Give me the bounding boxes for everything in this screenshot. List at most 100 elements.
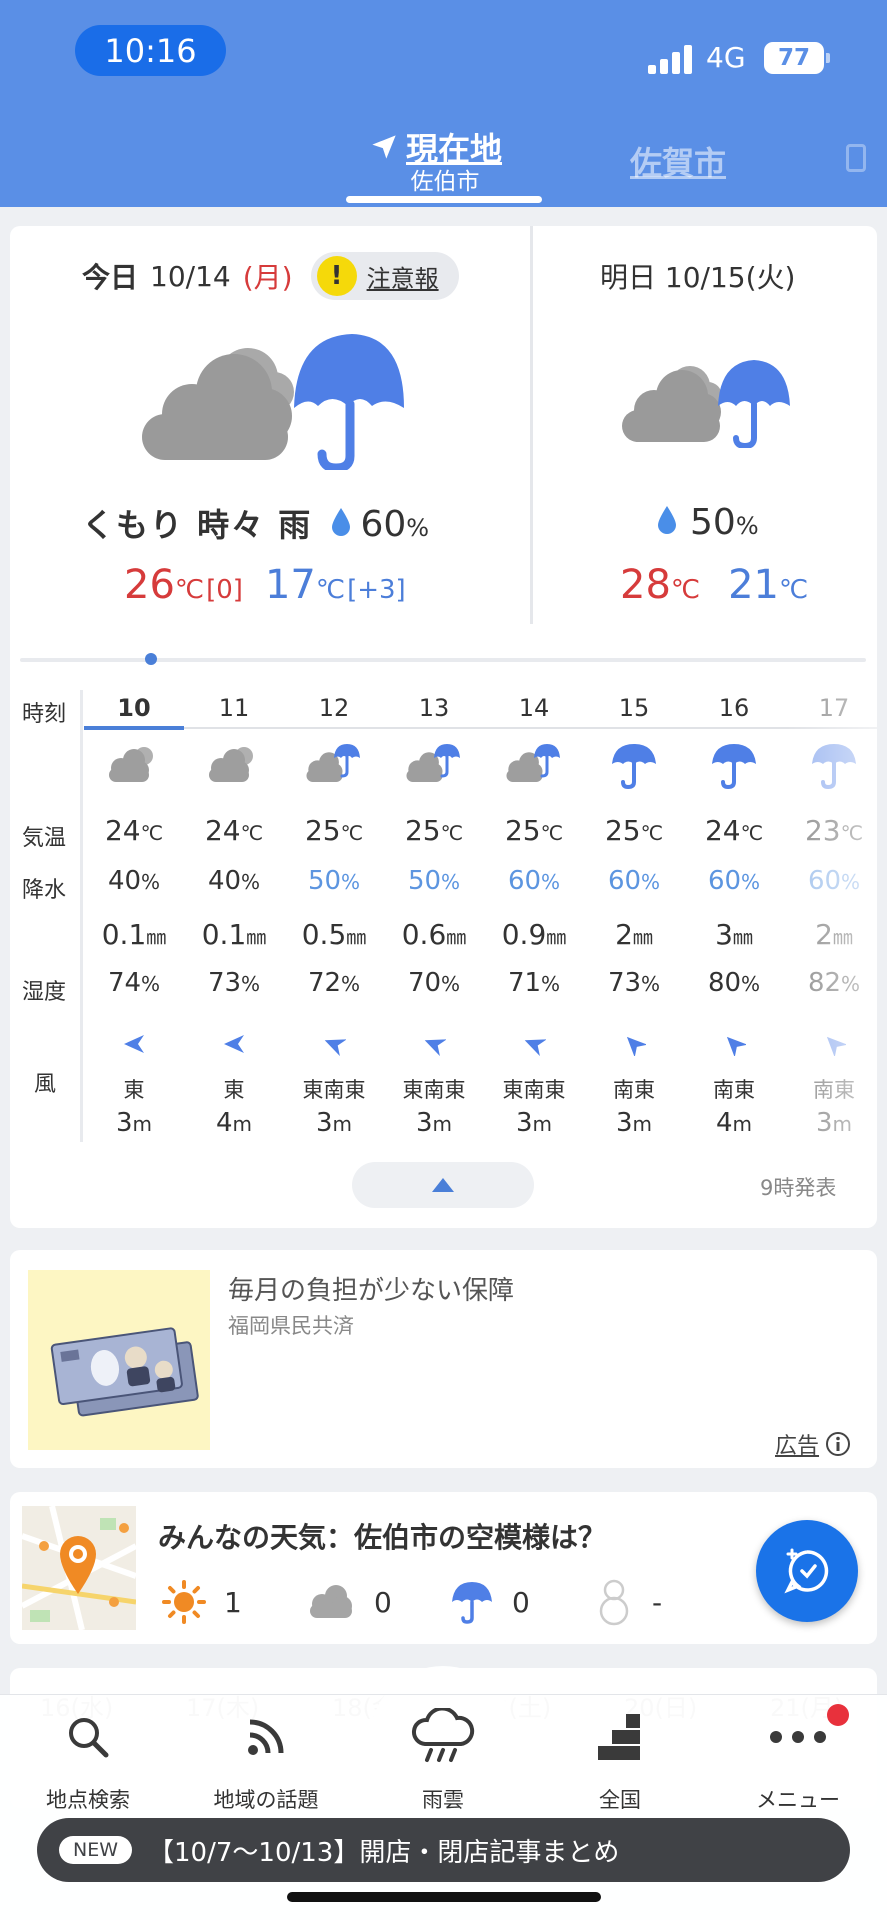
wind-direction-icon xyxy=(324,1039,346,1056)
hour-column: 14 25℃ 60% 0.9㎜ 71% 東南東 3m xyxy=(484,690,584,1142)
alert-label: 注意報 xyxy=(366,264,439,293)
cloud-icon xyxy=(310,1585,352,1618)
news-ticker[interactable]: NEW 【10/7～10/13】開店・閉店記事まとめ xyxy=(37,1818,850,1882)
ticker-text[interactable]: 【10/7～10/13】開店・閉店記事まとめ xyxy=(148,1832,619,1869)
umbrella-icon xyxy=(452,1582,492,1624)
hour-temp: 24℃ xyxy=(704,814,764,847)
table-left-border xyxy=(80,690,83,1142)
wind-direction-icon xyxy=(626,1036,646,1056)
map-pin-icon xyxy=(22,1506,136,1630)
hour-humidity: 70% xyxy=(407,968,461,998)
hour-wind-speed: 3m xyxy=(415,1108,453,1138)
wind-direction-icon xyxy=(726,1036,746,1056)
today-low-group: 17℃[+3] xyxy=(265,562,406,608)
hour-precip-prob: 60% xyxy=(507,866,561,896)
nav-local-topics[interactable]: 地域の話題 xyxy=(186,1712,346,1814)
cloudy-icon xyxy=(109,747,153,782)
today-cloud-umbrella-icon xyxy=(142,334,404,470)
today-condition-row: くもり 時々 雨 60% xyxy=(82,500,429,546)
hour-precip-prob: 60% xyxy=(807,866,861,896)
hour-wind-direction: 南東 xyxy=(813,1078,855,1102)
tab-indicator xyxy=(346,196,542,203)
wind-direction-icon xyxy=(826,1036,846,1056)
nav-menu[interactable]: メニュー xyxy=(718,1712,878,1814)
nav-search-label: 地点検索 xyxy=(46,1788,130,1812)
hour-column: 13 25℃ 50% 0.6㎜ 70% 東南東 3m xyxy=(384,690,484,1142)
tab-saga[interactable]: 佐賀市 xyxy=(630,138,726,184)
tomorrow-high: 28 xyxy=(620,562,671,608)
hour-precip-amount: 2㎜ xyxy=(615,918,653,951)
hour-temp: 25℃ xyxy=(504,814,564,847)
today-condition: くもり 時々 雨 xyxy=(82,506,313,544)
tomorrow-weekday: (火) xyxy=(745,261,796,294)
pct-unit: % xyxy=(406,514,430,542)
temp-unit: ℃ xyxy=(315,575,346,605)
rain-cloud-icon xyxy=(412,1708,475,1762)
hour-wind-speed: 4m xyxy=(215,1108,253,1138)
hour-temp: 24℃ xyxy=(204,814,264,847)
hour-wind-direction: 東 xyxy=(223,1078,245,1102)
hour-label: 14 xyxy=(518,694,550,722)
hour-humidity: 73% xyxy=(607,968,661,998)
hour-wind-speed: 3m xyxy=(115,1108,153,1138)
hourly-scroll-thumb[interactable] xyxy=(145,653,157,665)
hour-humidity: 82% xyxy=(807,968,861,998)
pct-unit: % xyxy=(735,512,759,540)
tomorrow-high-group: 28℃ xyxy=(620,562,700,608)
cloudy-rain-icon xyxy=(506,744,560,782)
hour-precip-prob: 50% xyxy=(407,866,461,896)
hour-precip-amount: 3㎜ xyxy=(715,918,753,951)
today-weekday: (月) xyxy=(242,261,293,294)
cloudy-icon xyxy=(209,747,253,782)
hour-precip-amount: 0.1㎜ xyxy=(201,918,267,951)
battery-tip xyxy=(826,53,830,63)
hour-precip-prob: 40% xyxy=(107,866,161,896)
tomorrow-precip-group: 50% xyxy=(658,502,759,543)
hour-precip-amount: 0.6㎜ xyxy=(401,918,467,951)
umbrella-icon xyxy=(812,744,856,790)
notification-badge xyxy=(827,1704,849,1726)
minna-count-sun: 1 xyxy=(162,1580,306,1624)
sun-count: 1 xyxy=(224,1585,242,1619)
nav-search[interactable]: 地点検索 xyxy=(8,1712,168,1814)
sun-icon xyxy=(162,1580,206,1624)
hour-column: 16 24℃ 60% 3㎜ 80% 南東 4m xyxy=(684,690,784,1142)
warning-icon: ! xyxy=(316,256,357,296)
tomorrow-precip: 50 xyxy=(690,502,736,543)
battery-icon: 77 xyxy=(764,42,824,74)
today-header: 今日 10/14 (月) ! 注意報 xyxy=(82,252,459,300)
add-location-icon[interactable] xyxy=(846,144,866,172)
cloud-count: 0 xyxy=(374,1585,392,1619)
ad-image[interactable] xyxy=(28,1270,210,1450)
hour-label: 12 xyxy=(318,694,350,722)
row-label-temp: 気温 xyxy=(22,826,67,851)
ad-title[interactable]: 毎月の負担が少ない保障 xyxy=(228,1270,514,1307)
nav-rain-radar[interactable]: 雨雲 xyxy=(363,1708,523,1814)
hour-temp: 23℃ xyxy=(804,814,864,847)
today-low: 17 xyxy=(264,562,316,608)
ad-info[interactable]: 広告 xyxy=(775,1428,851,1460)
hour-label: 10 xyxy=(117,694,151,722)
feed-icon xyxy=(248,1719,284,1755)
map-thumbnail[interactable] xyxy=(22,1506,136,1630)
hour-precip-prob: 50% xyxy=(307,866,361,896)
alert-badge[interactable]: ! 注意報 xyxy=(310,252,459,300)
nav-national[interactable]: 全国 xyxy=(540,1712,700,1814)
minna-count-rain: 0 xyxy=(450,1580,594,1624)
hour-wind-speed: 3m xyxy=(815,1108,853,1138)
wind-direction-icon xyxy=(124,1035,144,1053)
post-weather-button[interactable] xyxy=(756,1520,858,1622)
minna-title[interactable]: みんなの天気：佐伯市の空模様は？ xyxy=(158,1516,606,1556)
hour-wind-direction: 東南東 xyxy=(502,1078,566,1102)
hour-wind-direction: 東 xyxy=(123,1078,145,1102)
today-high: 26 xyxy=(124,562,175,608)
row-label-precip: 降水 xyxy=(22,878,67,903)
chat-plus-icon xyxy=(784,1548,829,1594)
wind-direction-icon xyxy=(424,1039,446,1056)
collapse-button[interactable] xyxy=(352,1162,534,1208)
hour-wind-direction: 東南東 xyxy=(302,1078,366,1102)
wind-direction-icon xyxy=(224,1035,244,1053)
tomorrow-label: 明日 xyxy=(600,261,657,294)
tomorrow-cloud-umbrella-icon xyxy=(622,360,790,448)
hour-precip-amount: 0.1㎜ xyxy=(101,918,167,951)
